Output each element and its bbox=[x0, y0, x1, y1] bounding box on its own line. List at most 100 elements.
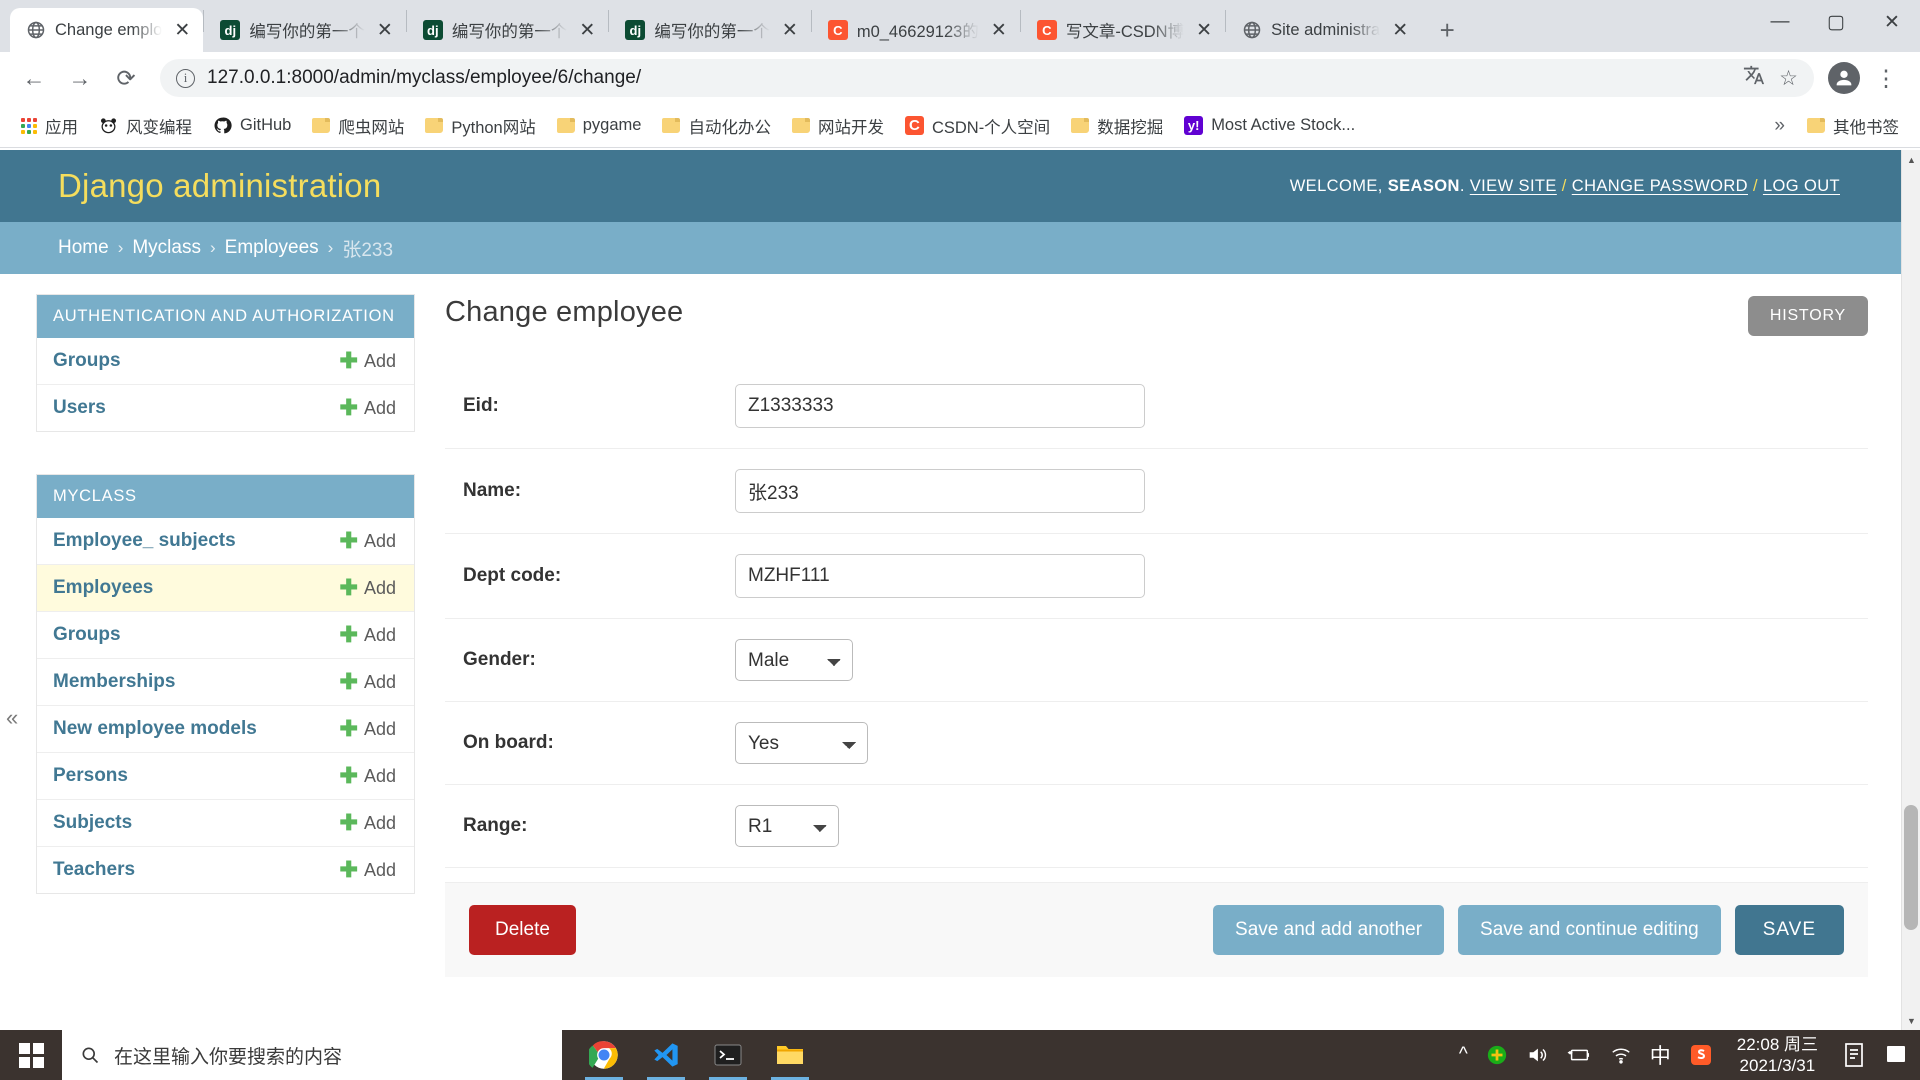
sidebar-collapse-handle[interactable]: « bbox=[6, 705, 18, 731]
save-button[interactable]: SAVE bbox=[1734, 905, 1844, 955]
model-link[interactable]: Memberships bbox=[53, 671, 175, 693]
scroll-up-icon[interactable]: ▲ bbox=[1902, 150, 1920, 169]
bookmark-item[interactable]: 数据挖掘 bbox=[1062, 109, 1172, 143]
sidebar-item-employee-subjects[interactable]: Employee_ subjects ✚ Add bbox=[37, 518, 414, 565]
eid-input[interactable] bbox=[735, 384, 1145, 428]
maximize-button[interactable]: ▢ bbox=[1808, 0, 1864, 44]
avatar[interactable] bbox=[1828, 62, 1860, 94]
sidebar-item-users[interactable]: Users ✚ Add bbox=[37, 385, 414, 431]
browser-tab[interactable]: Site administra ✕ bbox=[1226, 8, 1421, 52]
taskbar-clock[interactable]: 22:08 周三 2021/3/31 bbox=[1731, 1034, 1824, 1077]
bookmarks-overflow-button[interactable]: » bbox=[1764, 115, 1795, 137]
add-persons-button[interactable]: ✚ Add bbox=[340, 765, 396, 787]
browser-tab[interactable]: C 写文章-CSDN博 ✕ bbox=[1021, 8, 1225, 52]
add-groups-myclass-button[interactable]: ✚ Add bbox=[340, 624, 396, 646]
reload-button[interactable]: ⟳ bbox=[106, 58, 146, 98]
sidebar-item-employees[interactable]: Employees ✚ Add bbox=[37, 565, 414, 612]
dept-code-input[interactable] bbox=[735, 554, 1145, 598]
sidebar-item-groups[interactable]: Groups ✚ Add bbox=[37, 338, 414, 385]
breadcrumb-model[interactable]: Employees bbox=[225, 237, 319, 259]
ime-indicator[interactable]: 中 bbox=[1650, 1040, 1671, 1070]
sidebar-item-memberships[interactable]: Memberships ✚ Add bbox=[37, 659, 414, 706]
sogou-icon[interactable] bbox=[1689, 1043, 1713, 1067]
add-new-employee-models-button[interactable]: ✚ Add bbox=[340, 718, 396, 740]
bookmark-item[interactable]: 风变编程 bbox=[90, 109, 201, 143]
other-bookmarks-button[interactable]: 其他书签 bbox=[1798, 109, 1908, 143]
add-subjects-button[interactable]: ✚ Add bbox=[340, 812, 396, 834]
scrollbar-thumb[interactable] bbox=[1904, 805, 1918, 930]
change-password-link[interactable]: CHANGE PASSWORD bbox=[1572, 177, 1748, 195]
bookmark-item[interactable]: C CSDN-个人空间 bbox=[896, 109, 1059, 143]
browser-menu-button[interactable]: ⋮ bbox=[1866, 58, 1906, 98]
browser-tab[interactable]: dj 编写你的第一个 ✕ bbox=[407, 8, 609, 52]
add-memberships-button[interactable]: ✚ Add bbox=[340, 671, 396, 693]
sidebar-item-new-employee-models[interactable]: New employee models ✚ Add bbox=[37, 706, 414, 753]
add-teachers-button[interactable]: ✚ Add bbox=[340, 859, 396, 881]
new-tab-button[interactable]: + bbox=[1429, 12, 1465, 48]
model-link[interactable]: Persons bbox=[53, 765, 128, 787]
model-link[interactable]: New employee models bbox=[53, 718, 257, 740]
browser-tab[interactable]: dj 编写你的第一个 ✕ bbox=[204, 8, 406, 52]
model-link[interactable]: Groups bbox=[53, 350, 121, 372]
add-employee-subjects-button[interactable]: ✚ Add bbox=[340, 530, 396, 552]
name-input[interactable] bbox=[735, 469, 1145, 513]
close-icon[interactable]: ✕ bbox=[779, 19, 801, 41]
close-icon[interactable]: ✕ bbox=[374, 19, 396, 41]
site-info-icon[interactable]: i bbox=[176, 68, 195, 88]
page-scrollbar[interactable]: ▲ ▼ bbox=[1901, 150, 1920, 1030]
add-employees-button[interactable]: ✚ Add bbox=[340, 577, 396, 599]
model-link[interactable]: Teachers bbox=[53, 859, 135, 881]
close-icon[interactable]: ✕ bbox=[1193, 19, 1215, 41]
browser-tab[interactable]: C m0_46629123的 ✕ bbox=[812, 8, 1020, 52]
gender-select[interactable]: Male bbox=[735, 639, 853, 681]
forward-button[interactable]: → bbox=[60, 58, 100, 98]
tray-expand-icon[interactable]: ^ bbox=[1459, 1044, 1468, 1066]
translate-icon[interactable] bbox=[1743, 64, 1765, 92]
bookmark-item[interactable]: y! Most Active Stock... bbox=[1175, 111, 1364, 140]
save-and-add-another-button[interactable]: Save and add another bbox=[1213, 905, 1445, 955]
close-icon[interactable]: ✕ bbox=[576, 19, 598, 41]
chrome-taskbar-icon[interactable] bbox=[576, 1030, 632, 1080]
add-users-button[interactable]: ✚ Add bbox=[340, 397, 396, 419]
vscode-taskbar-icon[interactable] bbox=[638, 1030, 694, 1080]
browser-tab[interactable]: Change emplo ✕ bbox=[10, 8, 204, 52]
model-link[interactable]: Subjects bbox=[53, 812, 132, 834]
close-icon[interactable]: ✕ bbox=[988, 19, 1010, 41]
bookmark-star-icon[interactable]: ☆ bbox=[1779, 66, 1798, 91]
add-groups-button[interactable]: ✚ Add bbox=[340, 350, 396, 372]
sidebar-item-groups-myclass[interactable]: Groups ✚ Add bbox=[37, 612, 414, 659]
bookmark-item[interactable]: 自动化办公 bbox=[653, 109, 780, 143]
address-bar[interactable]: i 127.0.0.1:8000/admin/myclass/employee/… bbox=[160, 59, 1814, 97]
model-link[interactable]: Employee_ subjects bbox=[53, 530, 236, 552]
log-out-link[interactable]: LOG OUT bbox=[1763, 177, 1840, 195]
model-link[interactable]: Groups bbox=[53, 624, 121, 646]
bookmark-item[interactable]: Python网站 bbox=[416, 109, 544, 143]
range-select[interactable]: R1 bbox=[735, 805, 839, 847]
bookmark-item[interactable]: 爬虫网站 bbox=[303, 109, 413, 143]
sidebar-item-teachers[interactable]: Teachers ✚ Add bbox=[37, 847, 414, 893]
bookmark-item[interactable]: pygame bbox=[548, 111, 651, 140]
bookmark-apps[interactable]: 应用 bbox=[12, 109, 87, 143]
breadcrumb-app[interactable]: Myclass bbox=[132, 237, 201, 259]
sidebar-item-subjects[interactable]: Subjects ✚ Add bbox=[37, 800, 414, 847]
view-site-link[interactable]: VIEW SITE bbox=[1470, 177, 1557, 195]
wifi-icon[interactable] bbox=[1610, 1045, 1632, 1065]
action-center-icon[interactable] bbox=[1884, 1043, 1908, 1067]
start-button[interactable] bbox=[0, 1030, 62, 1080]
history-button[interactable]: HISTORY bbox=[1747, 296, 1868, 336]
notes-icon[interactable] bbox=[1842, 1042, 1866, 1068]
terminal-taskbar-icon[interactable] bbox=[700, 1030, 756, 1080]
browser-tab[interactable]: dj 编写你的第一个 ✕ bbox=[609, 8, 811, 52]
close-icon[interactable]: ✕ bbox=[1389, 19, 1411, 41]
model-link[interactable]: Users bbox=[53, 397, 106, 419]
back-button[interactable]: ← bbox=[14, 58, 54, 98]
model-link[interactable]: Employees bbox=[53, 577, 153, 599]
save-and-continue-button[interactable]: Save and continue editing bbox=[1458, 905, 1721, 955]
close-window-button[interactable]: ✕ bbox=[1864, 0, 1920, 44]
breadcrumb-home[interactable]: Home bbox=[58, 237, 109, 259]
battery-icon[interactable] bbox=[1566, 1045, 1592, 1065]
bookmark-item[interactable]: 网站开发 bbox=[783, 109, 893, 143]
delete-button[interactable]: Delete bbox=[469, 905, 576, 955]
taskbar-search[interactable]: 在这里输入你要搜索的内容 bbox=[62, 1030, 562, 1080]
close-icon[interactable]: ✕ bbox=[171, 19, 193, 41]
